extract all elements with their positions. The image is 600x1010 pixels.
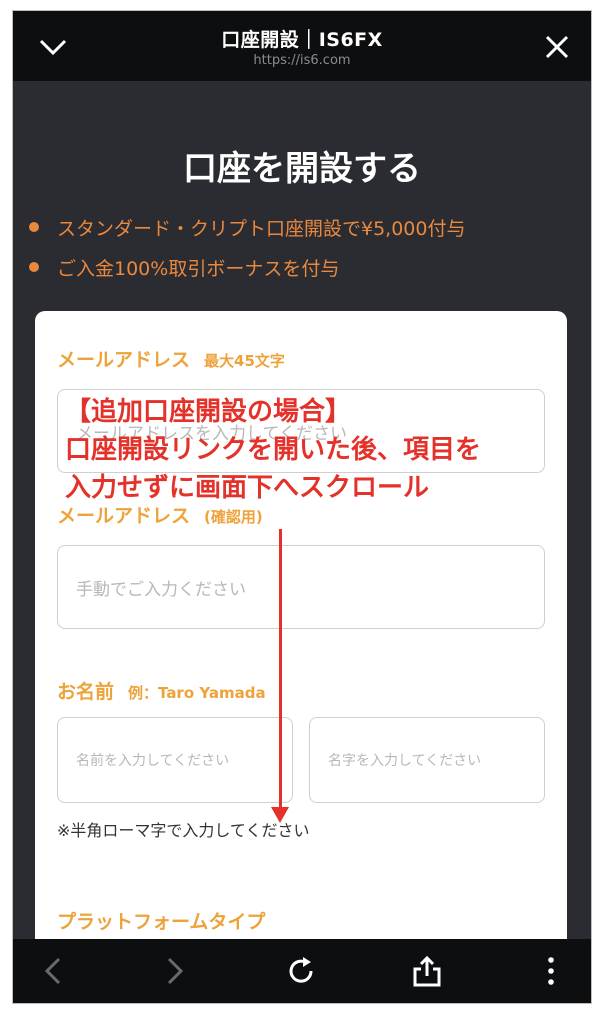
back-icon[interactable]	[29, 947, 77, 995]
benefit-list: スタンダード・クリプト口座開設で¥5,000付与 ご入金100%取引ボーナスを付…	[29, 207, 465, 287]
page-title-bar: 口座開設｜IS6FX	[221, 29, 383, 51]
last-name-placeholder: 名字を入力してください	[328, 753, 482, 769]
bullet-dot-icon	[29, 222, 39, 232]
email-confirm-note: (確認用)	[204, 508, 263, 526]
annotation-line: 入力せずに画面下へスクロール	[65, 473, 430, 503]
more-icon[interactable]	[527, 947, 575, 995]
email-confirm-placeholder: 手動でご入力ください	[76, 579, 246, 600]
annotation-line: 口座開設リンクを開いた後、項目を	[65, 435, 482, 465]
email-limit-note: 最大45文字	[204, 352, 285, 370]
annotation-line: 【追加口座開設の場合】	[65, 397, 352, 427]
annotation-callout: 【追加口座開設の場合】 口座開設リンクを開いた後、項目を 入力せずに画面下へスク…	[65, 393, 481, 507]
bullet-dot-icon	[29, 262, 39, 272]
reload-icon[interactable]	[277, 947, 325, 995]
bottom-bar	[13, 939, 591, 1003]
name-label-text: お名前	[57, 681, 115, 703]
first-name-placeholder: 名前を入力してください	[76, 753, 230, 769]
name-label: お名前 例：Taro Yamada	[57, 677, 266, 704]
page-title: 口座を開設する	[183, 149, 421, 189]
last-name-input[interactable]: 名字を入力してください	[309, 717, 545, 803]
url-text: https://is6.com	[253, 53, 351, 68]
share-icon[interactable]	[403, 947, 451, 995]
name-example: 例：Taro Yamada	[128, 684, 266, 702]
email-label: メールアドレス 最大45文字	[57, 345, 285, 372]
platform-type-label: プラットフォームタイプ	[57, 911, 266, 933]
forward-icon[interactable]	[151, 947, 199, 995]
benefit-text: ご入金100%取引ボーナスを付与	[57, 257, 340, 280]
annotation-arrow-line	[279, 529, 282, 811]
email-label-text: メールアドレス	[57, 349, 191, 371]
benefit-item: ご入金100%取引ボーナスを付与	[29, 247, 465, 287]
benefit-text: スタンダード・クリプト口座開設で¥5,000付与	[57, 217, 466, 240]
top-bar: 口座開設｜IS6FX https://is6.com	[13, 11, 591, 81]
arrow-down-icon	[271, 807, 289, 823]
browser-window: 口座開設｜IS6FX https://is6.com 口座を開設する スタンダー…	[12, 10, 592, 1004]
close-icon[interactable]	[533, 23, 581, 71]
benefit-item: スタンダード・クリプト口座開設で¥5,000付与	[29, 207, 465, 247]
first-name-input[interactable]: 名前を入力してください	[57, 717, 293, 803]
email-confirm-input[interactable]: 手動でご入力ください	[57, 545, 545, 629]
email-confirm-label-text: メールアドレス	[57, 505, 191, 527]
